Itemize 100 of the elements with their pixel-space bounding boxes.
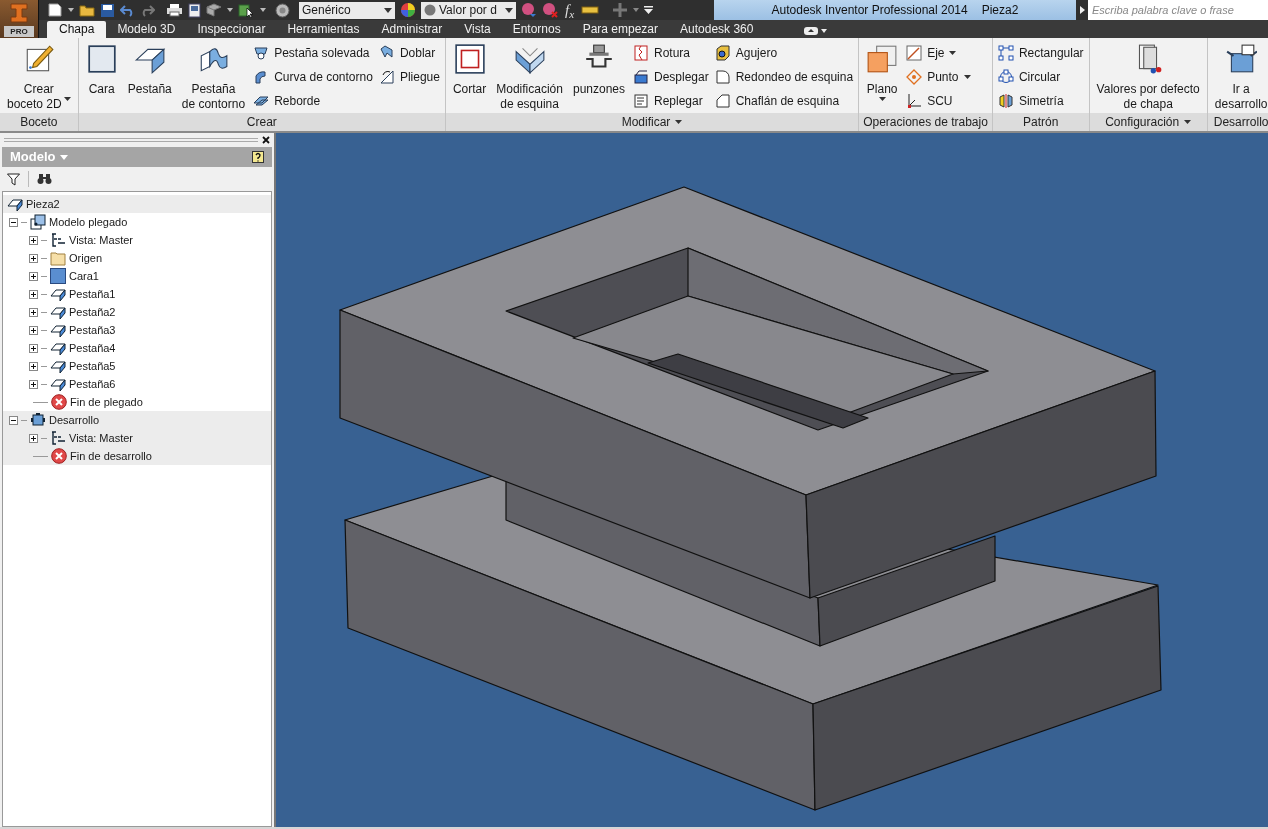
expand-toggle-icon[interactable]	[29, 379, 38, 389]
tree-item[interactable]: Cara1	[69, 267, 99, 285]
ribbon-button[interactable]: Agujero	[714, 44, 854, 62]
cloud-icon[interactable]	[804, 27, 819, 35]
caret-icon[interactable]	[68, 8, 74, 12]
ribbon-button[interactable]: Modificación de esquina	[494, 43, 565, 112]
ribbon-tab[interactable]: Para empezar	[571, 21, 670, 38]
tree-item[interactable]: Modelo plegado	[49, 213, 128, 231]
tree-item[interactable]: Fin de plegado	[70, 393, 143, 411]
style-dropdown[interactable]: Genérico	[299, 1, 395, 19]
ribbon-tab[interactable]: Modelo 3D	[106, 21, 187, 38]
binoculars-icon[interactable]	[37, 173, 52, 185]
material-dropdown[interactable]: Valor por d	[421, 1, 516, 19]
refold-icon	[633, 93, 649, 109]
tree-item[interactable]: Pestaña6	[69, 375, 116, 393]
expand-toggle-icon[interactable]	[29, 343, 38, 353]
ribbon-tab[interactable]: Herramientas	[276, 21, 371, 38]
plus-icon[interactable]	[612, 2, 629, 18]
panel-grip[interactable]	[4, 138, 258, 142]
ribbon-tab[interactable]: Autodesk 360	[669, 21, 765, 38]
search-field[interactable]: Escriba palabra clave o frase	[1088, 0, 1268, 20]
caret-icon[interactable]	[821, 29, 828, 33]
collapse-toggle-icon[interactable]	[9, 415, 18, 425]
expand-toggle-icon[interactable]	[29, 289, 38, 299]
color-clear-icon[interactable]	[542, 2, 558, 18]
tree-item[interactable]: Pestaña1	[69, 285, 116, 303]
ribbon-tab[interactable]: Inspeccionar	[186, 21, 277, 38]
tree-item[interactable]: Origen	[69, 249, 103, 267]
ribbon-tab[interactable]: Vista	[453, 21, 502, 38]
ribbon-button[interactable]: Crear boceto 2D	[5, 43, 73, 112]
ribbon-button[interactable]: Reborde	[253, 92, 373, 110]
ribbon-button[interactable]: Curva de contorno	[253, 68, 373, 86]
ribbon-tab[interactable]: Chapa	[47, 21, 107, 38]
expand-toggle-icon[interactable]	[29, 307, 38, 317]
customize-menu-icon[interactable]	[644, 6, 654, 14]
ribbon-button[interactable]: Cortar	[450, 43, 489, 97]
folder-icon[interactable]	[79, 3, 95, 17]
ribbon-button[interactable]: Pestaña solevada	[253, 44, 373, 62]
panel-title[interactable]: Modificar	[445, 113, 859, 131]
flat-pattern-icon	[30, 412, 46, 428]
ribbon-button[interactable]: Rotura	[633, 44, 709, 62]
close-icon[interactable]	[262, 136, 270, 144]
sphere-icon[interactable]	[275, 2, 290, 18]
error-icon	[51, 448, 67, 464]
caret-icon[interactable]	[260, 8, 266, 12]
ribbon-button[interactable]: Simetría	[997, 92, 1084, 110]
undo-icon[interactable]	[120, 3, 135, 17]
tree-item[interactable]: Desarrollo	[49, 411, 100, 429]
ribbon-button[interactable]: Punto	[906, 68, 971, 86]
caret-icon[interactable]	[227, 8, 233, 12]
expand-toggle-icon[interactable]	[29, 235, 38, 245]
ribbon-tab[interactable]: Entornos	[501, 21, 572, 38]
face-icon	[85, 43, 118, 75]
printer-icon[interactable]	[166, 3, 183, 17]
ribbon-button[interactable]: punzones	[570, 43, 627, 97]
collapse-toggle-icon[interactable]	[9, 217, 18, 227]
tree-item[interactable]: Vista: Master	[69, 231, 133, 249]
tree-item[interactable]: Pieza2	[26, 195, 60, 213]
ribbon-button[interactable]: Doblar	[378, 44, 440, 62]
cube-cursor-icon[interactable]	[238, 2, 255, 18]
expand-toggle-icon[interactable]	[29, 325, 38, 335]
document-icon[interactable]	[188, 2, 201, 18]
ribbon-tab[interactable]: Administrar	[370, 21, 454, 38]
ribbon-button[interactable]: SCU	[906, 92, 971, 110]
ribbon-button[interactable]: Ir a desarrollo	[1212, 43, 1268, 112]
sheet-flange-icon	[50, 304, 66, 320]
caret-icon	[963, 75, 971, 79]
ribbon-button[interactable]: Replegar	[633, 92, 709, 110]
color-picker-icon[interactable]	[521, 2, 537, 18]
ribbon-button[interactable]: Desplegar	[633, 68, 709, 86]
tree-item[interactable]: Pestaña5	[69, 357, 116, 375]
tree-item[interactable]: Pestaña3	[69, 321, 116, 339]
application-menu-button[interactable]: PRO	[0, 0, 39, 38]
ribbon-button[interactable]: Pestaña de contorno	[179, 43, 248, 112]
expand-toggle-icon[interactable]	[29, 271, 38, 281]
ribbon-button[interactable]: Cara	[83, 43, 120, 97]
new-file-icon[interactable]	[47, 3, 63, 17]
ribbon-button[interactable]: Pliegue	[378, 68, 440, 86]
parameters-button[interactable]: f$_{x}$	[563, 2, 577, 18]
ribbon-button[interactable]: Pestaña	[125, 43, 174, 97]
tree-item[interactable]: Pestaña2	[69, 303, 116, 321]
caret-icon	[63, 97, 71, 101]
ribbon-button[interactable]: Eje	[906, 44, 971, 62]
panel-title[interactable]: Configuración	[1089, 113, 1207, 131]
ribbon-button[interactable]: Chaflán de esquina	[714, 92, 854, 110]
help-icon[interactable]	[252, 150, 264, 164]
color-wheel-icon[interactable]	[400, 2, 416, 18]
ribbon-button[interactable]: Circular	[997, 68, 1084, 86]
save-icon[interactable]	[100, 2, 115, 18]
ribbon-button[interactable]: Plano	[864, 43, 901, 101]
expand-toggle-icon[interactable]	[29, 433, 38, 443]
ruler-icon[interactable]	[581, 5, 600, 15]
ribbon-button[interactable]: Rectangular	[997, 44, 1084, 62]
tree-item[interactable]: Pestaña4	[69, 339, 116, 357]
filter-icon[interactable]	[7, 172, 20, 186]
ribbon-button[interactable]: Redondeo de esquina	[714, 68, 854, 86]
expand-toggle-icon[interactable]	[29, 361, 38, 371]
expand-toggle-icon[interactable]	[29, 253, 38, 263]
ribbon-button[interactable]: Valores por defecto de chapa	[1094, 43, 1202, 112]
redo-icon[interactable]	[140, 3, 155, 17]
